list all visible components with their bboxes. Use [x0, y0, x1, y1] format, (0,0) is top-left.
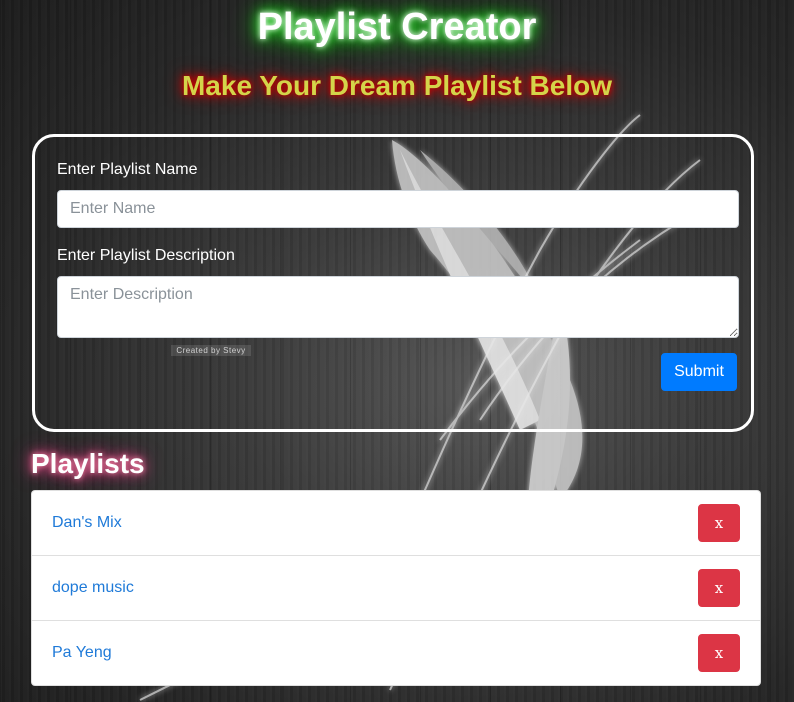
page-title: Playlist Creator	[257, 6, 537, 48]
playlist-link[interactable]: dope music	[52, 579, 134, 597]
list-item: dope music x	[32, 555, 760, 620]
submit-button[interactable]: Submit	[661, 353, 737, 391]
delete-playlist-button[interactable]: x	[698, 569, 740, 607]
playlists-heading: Playlists	[31, 448, 145, 479]
name-label: Enter Playlist Name	[57, 161, 198, 178]
list-item: Pa Yeng x	[32, 620, 760, 685]
playlist-form: Enter Playlist Name Enter Playlist Descr…	[32, 134, 754, 432]
playlist-description-input[interactable]	[57, 276, 739, 338]
delete-playlist-button[interactable]: x	[698, 634, 740, 672]
playlist-link[interactable]: Dan's Mix	[52, 514, 122, 532]
playlist-name-input[interactable]	[57, 190, 739, 228]
delete-playlist-button[interactable]: x	[698, 504, 740, 542]
description-label: Enter Playlist Description	[57, 247, 235, 264]
playlist-link[interactable]: Pa Yeng	[52, 644, 112, 662]
page-subtitle: Make Your Dream Playlist Below	[181, 70, 613, 101]
list-item: Dan's Mix x	[32, 491, 760, 555]
credit-text: Created by Stevy	[171, 345, 251, 356]
playlist-list: Dan's Mix x dope music x Pa Yeng x	[31, 490, 761, 686]
